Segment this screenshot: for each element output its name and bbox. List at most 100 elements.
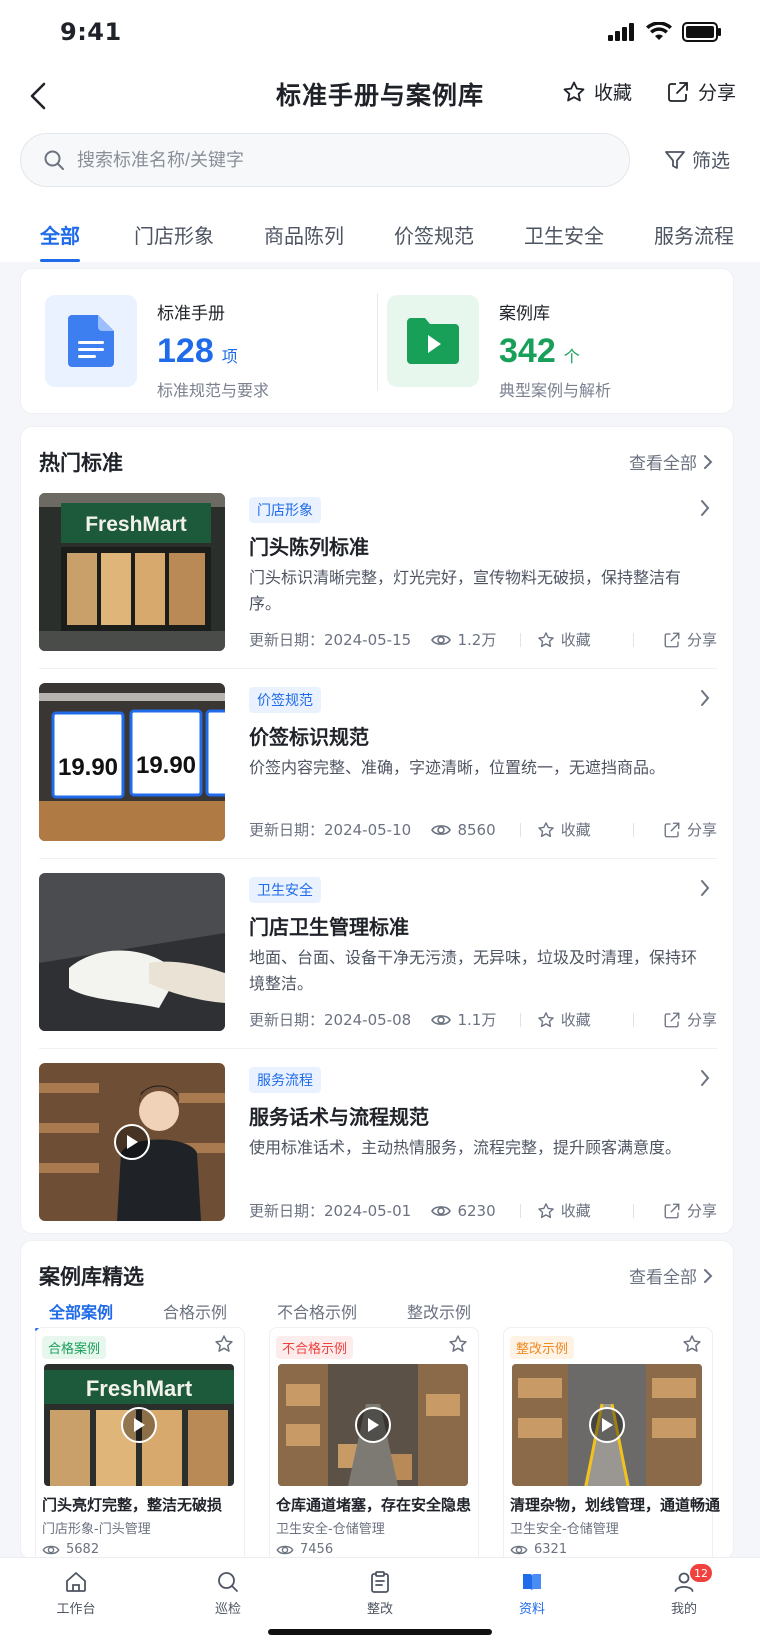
- favorite-button[interactable]: 收藏: [537, 1009, 633, 1030]
- eye-icon: [431, 1205, 452, 1216]
- tab-merchandise[interactable]: 商品陈列: [264, 200, 344, 262]
- nav-workbench[interactable]: 工作台: [0, 1558, 152, 1643]
- share-button[interactable]: 分享: [650, 1009, 717, 1030]
- item-meta: 更新日期：2024-05-15 1.2万 收藏 分享: [249, 629, 717, 650]
- star-icon[interactable]: [214, 1334, 234, 1354]
- eye-icon: [431, 824, 452, 835]
- search-input[interactable]: [77, 149, 577, 171]
- eye-icon: [42, 1545, 60, 1554]
- favorite-button[interactable]: 收藏: [537, 1200, 633, 1221]
- case-card[interactable]: 整改示例 清理杂物，划线管理，通道畅通 卫生安全-仓储管理 6321: [503, 1327, 720, 1559]
- chevron-right-icon[interactable]: [699, 1069, 711, 1087]
- search-icon: [218, 1572, 238, 1592]
- item-title: 门店卫生管理标准: [249, 915, 409, 939]
- view-count: 1.2万: [431, 629, 519, 650]
- clipboard-icon: [371, 1571, 389, 1593]
- category-tabs: 全部 门店形象 商品陈列 价签规范 卫生安全 服务流程: [0, 200, 760, 262]
- nav-label: 资料: [518, 1602, 545, 1617]
- tab-service[interactable]: 服务流程: [654, 200, 734, 262]
- item-desc: 门头标识清晰完整，灯光完好，宣传物料无破损，保持整洁有序。: [249, 568, 682, 613]
- play-icon[interactable]: [355, 1407, 391, 1443]
- play-icon[interactable]: [114, 1124, 150, 1160]
- storefront-sign: FreshMart: [86, 1376, 193, 1401]
- chevron-right-icon[interactable]: [699, 689, 711, 707]
- cases-desc: 典型案例与解析: [499, 381, 612, 400]
- case-card[interactable]: 合格案例 FreshMart 门头亮灯完整，整洁无破损 门店形象-门头管理 56…: [35, 1327, 245, 1559]
- chevron-right-icon[interactable]: [699, 879, 711, 897]
- status-bar: 9:41: [0, 0, 760, 62]
- item-meta: 更新日期：2024-05-01 6230 收藏 分享: [249, 1200, 717, 1221]
- chevron-right-icon: [704, 454, 713, 469]
- price-tag-price: 19.90: [136, 752, 196, 779]
- share-button[interactable]: 分享: [666, 78, 736, 105]
- status-icons: [608, 22, 722, 42]
- favorite-button[interactable]: 收藏: [537, 819, 633, 840]
- item-title: 服务话术与流程规范: [249, 1105, 429, 1129]
- play-icon[interactable]: [121, 1407, 157, 1443]
- item-desc: 地面、台面、设备干净无污渍，无异味，垃圾及时清理，保持环境整洁。: [249, 948, 698, 993]
- view-count: 1.1万: [431, 1009, 519, 1030]
- case-card[interactable]: 不合格示例 仓库通道堵塞，存在安全隐患 卫生安全-仓储管理 7456: [269, 1327, 479, 1559]
- video-folder-icon: [387, 295, 479, 387]
- favorite-label: 收藏: [593, 82, 632, 104]
- case-tag: 整改示例: [510, 1336, 575, 1359]
- share-label: 分享: [697, 82, 736, 104]
- case-views: 5682: [42, 1542, 99, 1557]
- eye-icon: [431, 634, 452, 645]
- manual-summary[interactable]: 标准手册 128 项 标准规范与要求: [45, 295, 269, 401]
- star-icon[interactable]: [448, 1334, 468, 1354]
- see-all-label: 查看全部: [629, 454, 697, 474]
- favorite-button[interactable]: 收藏: [562, 78, 632, 105]
- share-icon: [668, 81, 688, 102]
- nav-label: 巡检: [214, 1602, 241, 1617]
- case-views: 7456: [276, 1542, 333, 1557]
- tab-unqualified[interactable]: 不合格示例: [263, 1293, 371, 1331]
- update-date: 更新日期：2024-05-08: [249, 1011, 412, 1029]
- chevron-right-icon[interactable]: [699, 499, 711, 517]
- tab-store-image[interactable]: 门店形象: [134, 200, 214, 262]
- see-all-button[interactable]: 查看全部: [629, 449, 713, 474]
- eye-icon: [510, 1545, 528, 1554]
- cases-summary[interactable]: 案例库 342 个 典型案例与解析: [387, 295, 611, 401]
- tab-all[interactable]: 全部: [40, 200, 80, 262]
- search-box[interactable]: [20, 133, 630, 187]
- search-row: 筛选: [0, 128, 760, 200]
- item-meta: 更新日期：2024-05-08 1.1万 收藏 分享: [249, 1009, 717, 1030]
- item-desc: 使用标准话术，主动热情服务，流程完整，提升顾客满意度。: [249, 1138, 682, 1157]
- case-tabs: 全部案例 合格示例 不合格示例 整改示例: [35, 1293, 507, 1331]
- tab-hygiene[interactable]: 卫生安全: [524, 200, 604, 262]
- tab-price-tag[interactable]: 价签规范: [394, 200, 474, 262]
- star-icon: [537, 1011, 554, 1027]
- notification-badge: 12: [690, 1564, 712, 1582]
- see-all-button[interactable]: 查看全部: [629, 1263, 713, 1288]
- case-video-thumbnail: [278, 1364, 468, 1486]
- app-screen: 9:41 标准手册与案例库 收藏 分享 筛选: [0, 0, 760, 1643]
- nav-label: 我的: [670, 1602, 697, 1617]
- case-category: 门店形象-门头管理: [42, 1522, 151, 1537]
- standard-item[interactable]: 卫生安全 门店卫生管理标准 地面、台面、设备干净无污渍，无异味，垃圾及时清理，保…: [39, 859, 717, 1049]
- price-tag-price: 19.90: [58, 754, 118, 781]
- storefront-sign: FreshMart: [85, 513, 187, 536]
- section-title: 案例库精选: [39, 1265, 144, 1289]
- play-icon[interactable]: [589, 1407, 625, 1443]
- filter-button[interactable]: 筛选: [664, 146, 730, 173]
- search-icon: [44, 150, 64, 170]
- tab-all-cases[interactable]: 全部案例: [35, 1293, 128, 1331]
- tab-rectified[interactable]: 整改示例: [393, 1293, 485, 1331]
- tab-qualified[interactable]: 合格示例: [149, 1293, 241, 1331]
- case-title: 清理杂物，划线管理，通道畅通: [510, 1496, 721, 1514]
- star-icon: [537, 1202, 554, 1218]
- nav-profile[interactable]: 12 我的: [608, 1558, 760, 1643]
- favorite-button[interactable]: 收藏: [537, 629, 633, 650]
- divider: [377, 293, 378, 391]
- filter-icon: [665, 150, 685, 169]
- case-video-thumbnail: [512, 1364, 702, 1486]
- standard-item[interactable]: 19.90 19.90 价签规范 价签标识规范 价签内容完整、准确，字迹清晰，位置…: [39, 669, 717, 859]
- share-button[interactable]: 分享: [650, 629, 717, 650]
- standard-item[interactable]: FreshMart 门店形象 门头陈列标准 门头标识清晰完整，灯光完好，宣传物料…: [39, 479, 717, 669]
- update-date: 更新日期：2024-05-10: [249, 821, 412, 839]
- share-button[interactable]: 分享: [650, 1200, 717, 1221]
- standard-item[interactable]: 服务流程 服务话术与流程规范 使用标准话术，主动热情服务，流程完整，提升顾客满意…: [39, 1049, 717, 1239]
- share-button[interactable]: 分享: [650, 819, 717, 840]
- star-icon[interactable]: [682, 1334, 702, 1354]
